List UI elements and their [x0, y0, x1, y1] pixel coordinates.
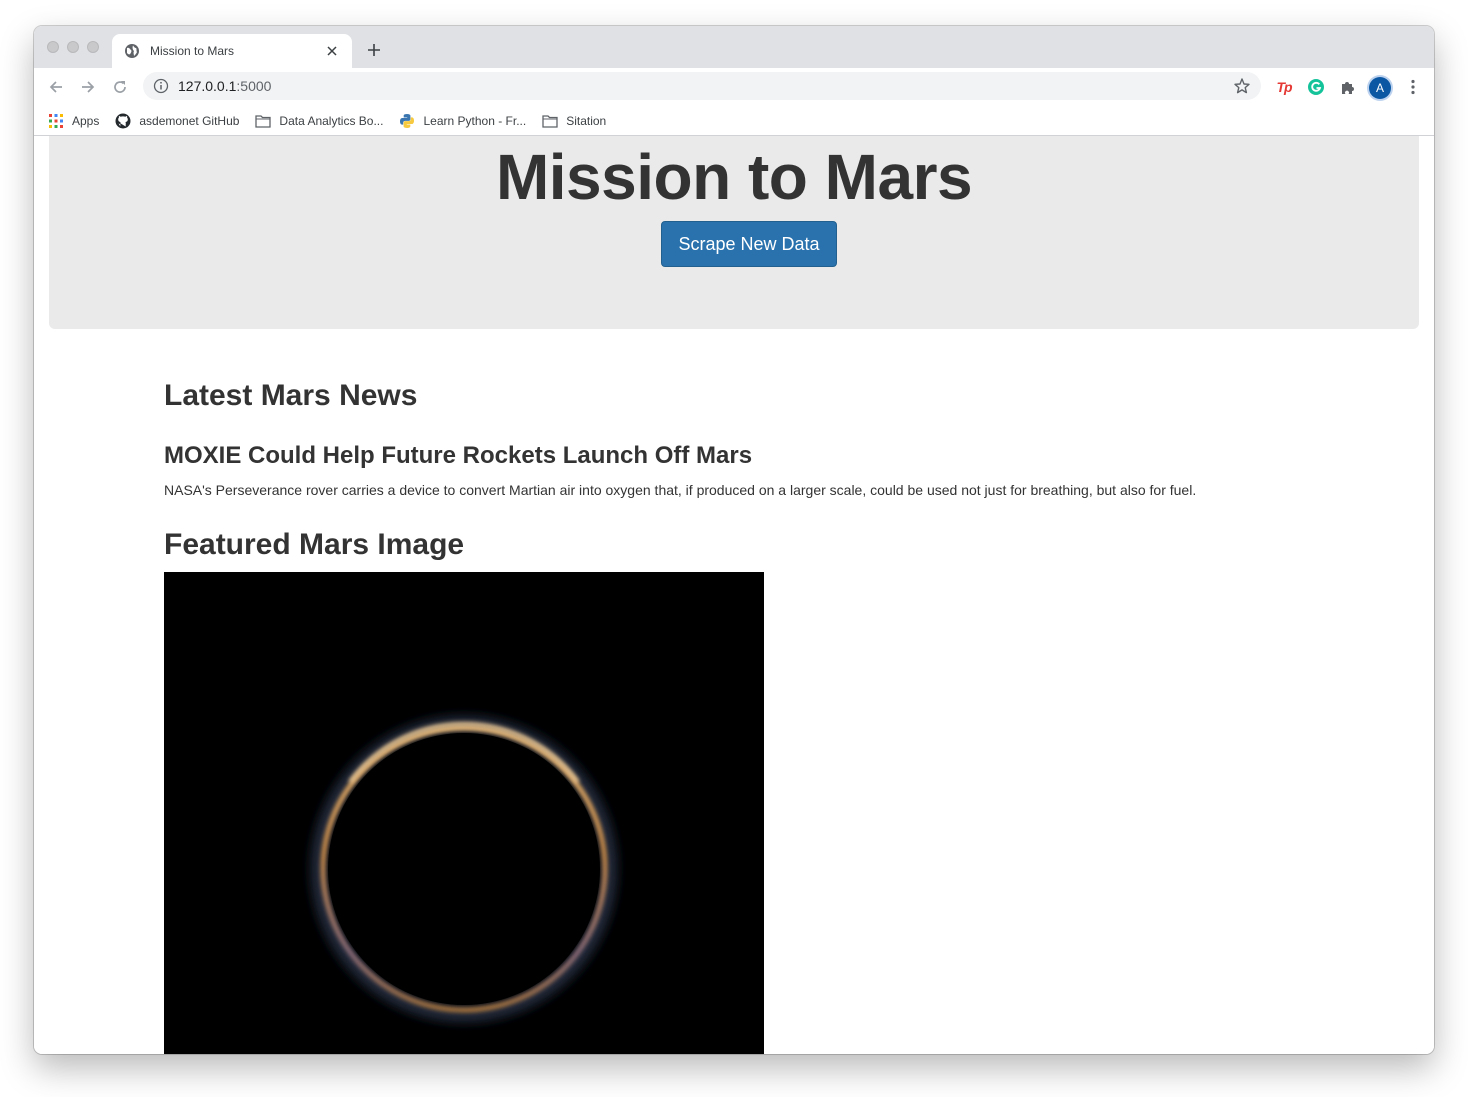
news-article-teaser: NASA's Perseverance rover carries a devi… [164, 482, 1197, 498]
back-button[interactable] [44, 75, 68, 99]
url-host: 127.0.0.1 [178, 78, 237, 94]
bookmark-label: Apps [72, 113, 100, 128]
featured-image-heading: Featured Mars Image [164, 528, 465, 561]
bookmark-label: Sitation [566, 113, 607, 128]
tab-title: Mission to Mars [150, 44, 235, 58]
minimize-window-button[interactable] [67, 41, 79, 53]
scrape-new-data-button[interactable]: Scrape New Data [661, 221, 837, 267]
new-tab-button[interactable] [364, 40, 384, 60]
bookmark-sitation[interactable]: Sitation [542, 113, 606, 129]
tab-active[interactable]: Mission to Mars [112, 34, 352, 68]
extension-tp-icon[interactable]: Tp [1274, 77, 1294, 97]
bookmark-star-icon[interactable] [1233, 77, 1251, 95]
bookmark-apps[interactable]: Apps [48, 113, 99, 129]
maximize-window-button[interactable] [87, 41, 99, 53]
bookmark-label: Learn Python - Fr... [423, 113, 527, 128]
grammarly-icon[interactable] [1306, 77, 1326, 97]
info-icon[interactable] [153, 78, 169, 94]
browser-window: Mission to Mars 127.0.0.1:5000 Tp A Apps… [34, 26, 1434, 1054]
bookmark-learn-python[interactable]: Learn Python - Fr... [399, 113, 526, 129]
featured-mars-image[interactable] [164, 572, 764, 1054]
news-section-heading: Latest Mars News [164, 379, 418, 412]
address-bar[interactable]: 127.0.0.1:5000 [143, 72, 1261, 100]
python-icon [399, 113, 415, 129]
page-viewport[interactable]: Mission to Mars Scrape New Data Latest M… [34, 136, 1434, 1054]
kebab-menu-icon[interactable] [1403, 77, 1423, 97]
url-text: 127.0.0.1:5000 [178, 78, 1233, 94]
bookmark-github[interactable]: asdemonet GitHub [115, 113, 239, 129]
url-port: :5000 [236, 78, 272, 94]
extensions-puzzle-icon[interactable] [1338, 77, 1358, 97]
apps-grid-icon [48, 113, 64, 129]
folder-icon [542, 113, 558, 129]
bookmark-label: Data Analytics Bo... [279, 113, 384, 128]
folder-icon [255, 113, 272, 129]
close-window-button[interactable] [47, 41, 59, 53]
profile-avatar[interactable]: A [1369, 77, 1391, 99]
close-tab-icon[interactable] [324, 43, 340, 59]
browser-toolbar: 127.0.0.1:5000 Tp A [34, 68, 1434, 106]
bookmark-data-analytics[interactable]: Data Analytics Bo... [255, 113, 383, 129]
globe-icon [124, 43, 140, 59]
news-article-title: MOXIE Could Help Future Rockets Launch O… [164, 442, 753, 469]
reload-button[interactable] [108, 75, 132, 99]
bookmarks-bar: Apps asdemonet GitHub Data Analytics Bo.… [34, 106, 1434, 136]
github-icon [115, 113, 131, 129]
window-controls [47, 41, 99, 53]
tab-strip: Mission to Mars [34, 26, 1434, 68]
jumbotron: Mission to Mars Scrape New Data [49, 136, 1419, 329]
page-title: Mission to Mars [495, 141, 973, 213]
bookmark-label: asdemonet GitHub [139, 113, 240, 128]
forward-button[interactable] [76, 75, 100, 99]
